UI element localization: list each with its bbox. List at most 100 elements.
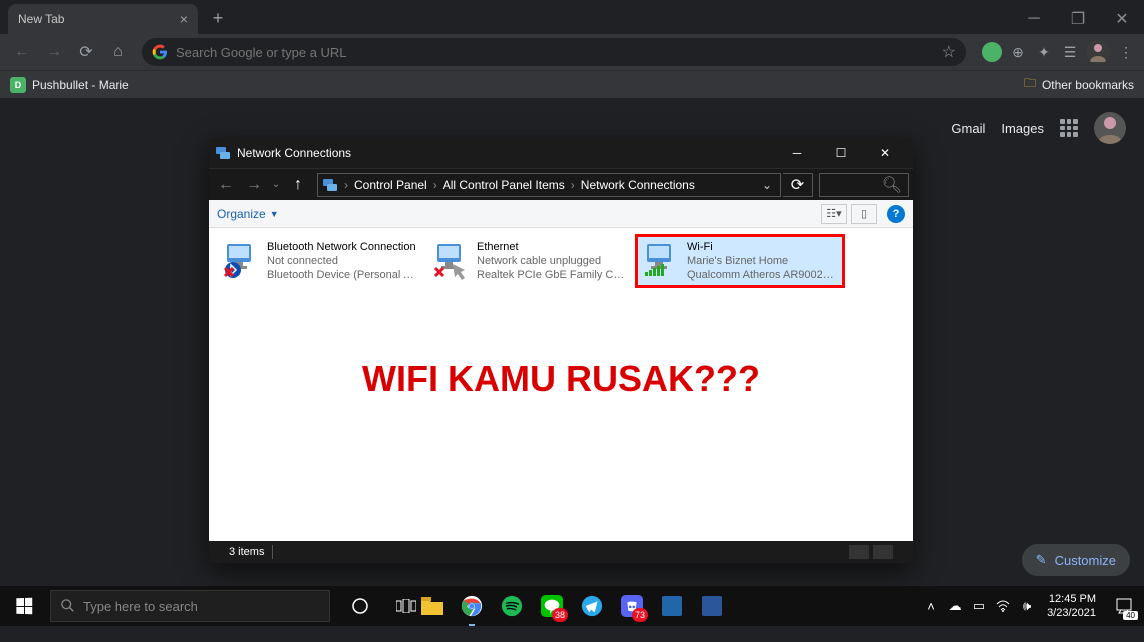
nav-forward[interactable]: → (241, 172, 267, 198)
reload-button[interactable]: ⟳ (72, 38, 100, 66)
cortana-button[interactable] (338, 586, 382, 626)
customize-label: Customize (1055, 553, 1116, 568)
network-item-ethernet[interactable]: Ethernet Network cable unplugged Realtek… (427, 236, 633, 286)
net-device: Realtek PCIe GbE Family Controller (477, 268, 629, 282)
explorer-nav-bar: ← → ⌄ ↑ › Control Panel › All Control Pa… (209, 168, 913, 200)
profile-avatar[interactable] (1086, 40, 1110, 64)
annotation-text: WIFI KAMU RUSAK??? (209, 358, 913, 400)
chrome-menu-button[interactable]: ⋮ (1116, 42, 1136, 62)
explorer-close[interactable]: ✕ (863, 139, 907, 167)
explorer-maximize[interactable]: ☐ (819, 139, 863, 167)
system-tray: ˄ ☁ ▭ 🕪 12:45 PM 3/23/2021 40 (919, 586, 1144, 626)
breadcrumb-bar[interactable]: › Control Panel › All Control Panel Item… (317, 173, 781, 197)
details-view-button[interactable] (849, 545, 869, 559)
explorer-toolbar: Organize ▼ ☷▾ ▯ ? (209, 200, 913, 228)
help-button[interactable]: ? (887, 205, 905, 223)
net-device: Qualcomm Atheros AR9002WB-1... (687, 268, 839, 282)
clock-date: 3/23/2021 (1047, 606, 1096, 620)
bluetooth-adapter-icon (221, 240, 261, 280)
large-icons-view-button[interactable] (873, 545, 893, 559)
windows-taskbar: Type here to search 38 73 ˄ ☁ ▭ 🕪 12:45 … (0, 586, 1144, 626)
tray-volume-icon[interactable]: 🕪 (1015, 586, 1039, 626)
view-mode-button[interactable]: ☷▾ (821, 204, 847, 224)
app-chrome[interactable] (452, 586, 492, 626)
address-bar[interactable] (176, 45, 934, 60)
browser-tab[interactable]: New Tab × (8, 4, 198, 34)
crumb-2[interactable]: Network Connections (577, 178, 699, 192)
nav-recent-dropdown[interactable]: ⌄ (269, 172, 283, 198)
net-status: Marie's Biznet Home (687, 254, 839, 268)
folder-icon: 🗀 (1024, 74, 1036, 95)
forward-button[interactable]: → (40, 38, 68, 66)
bookmark-pushbullet[interactable]: D Pushbullet - Marie (10, 77, 129, 93)
google-apps-icon[interactable] (1060, 119, 1078, 137)
crumb-1[interactable]: All Control Panel Items (439, 178, 569, 192)
tray-battery-icon[interactable]: ▭ (967, 586, 991, 626)
maximize-button[interactable]: ❐ (1056, 4, 1100, 34)
app-generic-2[interactable] (692, 586, 732, 626)
net-name: Bluetooth Network Connection (267, 240, 419, 254)
gmail-link[interactable]: Gmail (951, 121, 985, 136)
refresh-button[interactable]: ⟳ (783, 173, 813, 197)
tray-wifi-icon[interactable] (991, 586, 1015, 626)
app-file-explorer[interactable] (412, 586, 452, 626)
back-button[interactable]: ← (8, 38, 36, 66)
extension-icon-1[interactable] (982, 42, 1002, 62)
nav-back[interactable]: ← (213, 172, 239, 198)
crumb-0[interactable]: Control Panel (350, 178, 431, 192)
app-spotify[interactable] (492, 586, 532, 626)
net-name: Wi-Fi (687, 240, 839, 254)
explorer-search[interactable]: 🔍︎ (819, 173, 909, 197)
status-item-count: 3 items (229, 546, 264, 558)
net-name: Ethernet (477, 240, 629, 254)
organize-menu[interactable]: Organize ▼ (217, 207, 279, 221)
chrome-window-controls: ─ ❐ ✕ (1012, 4, 1144, 34)
other-bookmarks-button[interactable]: 🗀 Other bookmarks (1024, 74, 1134, 95)
preview-pane-button[interactable]: ▯ (851, 204, 877, 224)
reading-list-icon[interactable]: ☰ (1060, 42, 1080, 62)
line-badge: 38 (552, 608, 568, 622)
search-placeholder: Type here to search (83, 599, 198, 614)
app-generic-1[interactable] (652, 586, 692, 626)
other-bookmarks-label: Other bookmarks (1042, 78, 1134, 92)
app-telegram[interactable] (572, 586, 612, 626)
chrome-tab-strip: New Tab × + ─ ❐ ✕ (0, 0, 1144, 34)
windows-logo-icon (16, 598, 32, 615)
customize-chrome-button[interactable]: ✎ Customize (1022, 544, 1130, 576)
nav-up[interactable]: ↑ (285, 172, 311, 198)
new-tab-button[interactable]: + (204, 4, 232, 32)
bookmark-star-icon[interactable]: ☆ (942, 42, 956, 62)
explorer-minimize[interactable]: ─ (775, 139, 819, 167)
explorer-body[interactable]: Bluetooth Network Connection Not connect… (209, 228, 913, 541)
wifi-adapter-icon (641, 240, 681, 280)
organize-label: Organize (217, 207, 266, 221)
newtab-top-links: Gmail Images (951, 112, 1126, 144)
network-icon (322, 177, 338, 193)
tray-onedrive-icon[interactable]: ☁ (943, 586, 967, 626)
app-discord[interactable]: 73 (612, 586, 652, 626)
explorer-titlebar[interactable]: Network Connections ─ ☐ ✕ (209, 138, 913, 168)
breadcrumb-dropdown[interactable]: ⌄ (758, 178, 776, 192)
window-title: Network Connections (237, 146, 351, 160)
account-avatar[interactable] (1094, 112, 1126, 144)
discord-badge: 73 (632, 608, 648, 622)
close-tab-icon[interactable]: × (180, 11, 188, 27)
action-center-button[interactable]: 40 (1104, 586, 1144, 626)
images-link[interactable]: Images (1001, 121, 1044, 136)
tray-chevron-up-icon[interactable]: ˄ (919, 586, 943, 626)
omnibox[interactable]: ☆ (142, 38, 966, 66)
start-button[interactable] (0, 586, 48, 626)
clock-time: 12:45 PM (1047, 592, 1096, 606)
chrome-toolbar: ← → ⟳ ⌂ ☆ ⊕ ✦ ☰ ⋮ (0, 34, 1144, 70)
minimize-button[interactable]: ─ (1012, 4, 1056, 34)
extensions-button[interactable]: ✦ (1034, 42, 1054, 62)
network-item-bluetooth[interactable]: Bluetooth Network Connection Not connect… (217, 236, 423, 286)
network-item-wifi[interactable]: Wi-Fi Marie's Biznet Home Qualcomm Ather… (637, 236, 843, 286)
home-button[interactable]: ⌂ (104, 38, 132, 66)
ethernet-adapter-icon (431, 240, 471, 280)
taskbar-clock[interactable]: 12:45 PM 3/23/2021 (1039, 592, 1104, 620)
extension-icon-2[interactable]: ⊕ (1008, 42, 1028, 62)
close-window-button[interactable]: ✕ (1100, 4, 1144, 34)
taskbar-search[interactable]: Type here to search (50, 590, 330, 622)
app-line[interactable]: 38 (532, 586, 572, 626)
